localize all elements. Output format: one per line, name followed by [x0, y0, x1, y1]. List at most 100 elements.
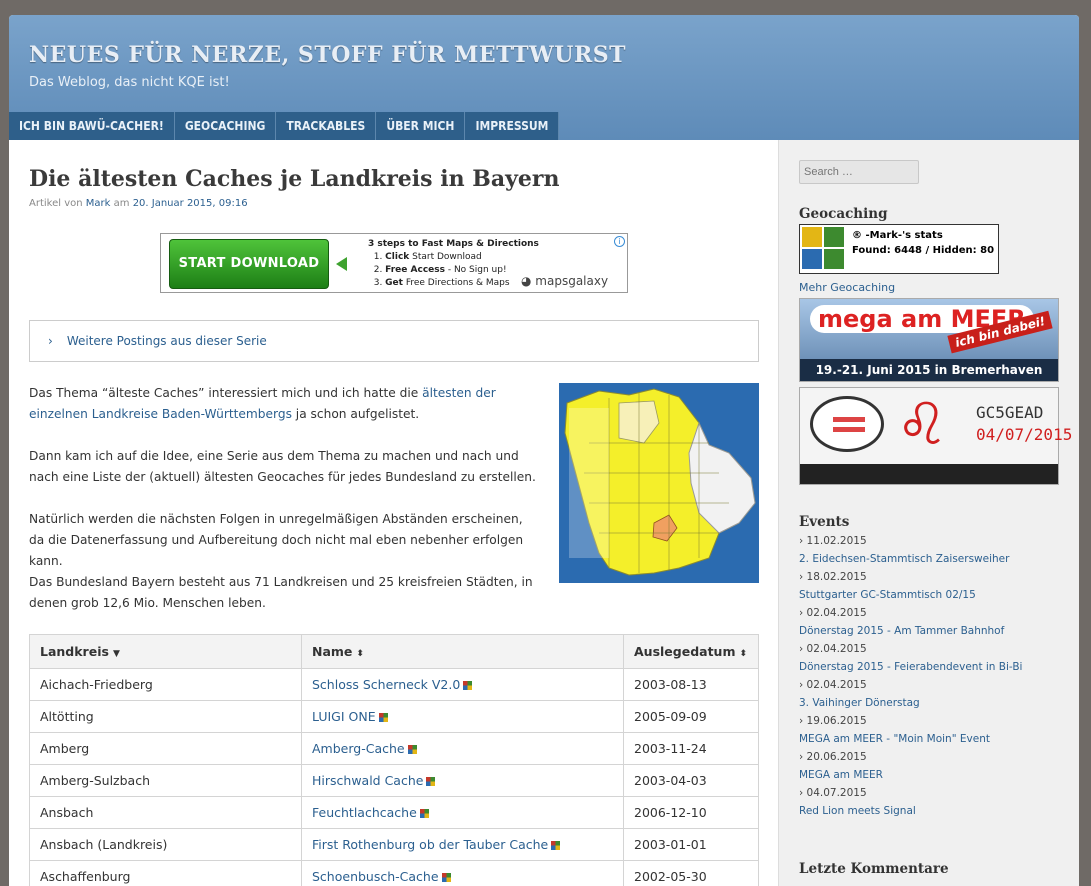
cell-date: 2003-04-03	[623, 764, 759, 797]
meta-mid: am	[113, 198, 130, 209]
ad-logo: ◕ mapsgalaxy	[521, 274, 609, 288]
cell-name: First Rothenburg ob der Tauber Cache	[301, 828, 624, 861]
cell-landkreis: Aichach-Friedberg	[29, 668, 302, 701]
cell-date: 2003-01-01	[623, 828, 759, 861]
search-input[interactable]	[799, 160, 919, 184]
event-link[interactable]: 2. Eidechsen-Stammtisch Zaisersweiher	[799, 550, 1022, 568]
header-date-label: Auslegedatum	[634, 644, 736, 659]
lion-icon: ♌	[896, 390, 948, 458]
cache-link[interactable]: First Rothenburg ob der Tauber Cache	[312, 837, 548, 852]
cell-landkreis: Ansbach	[29, 796, 302, 829]
nav-item-trackables[interactable]: TRACKABLES	[276, 112, 377, 140]
event-date: › 18.02.2015	[799, 571, 867, 583]
event-link[interactable]: MEGA am MEER	[799, 766, 1022, 784]
main-nav: ICH BIN BAWÜ-CACHER! GEOCACHING TRACKABL…	[9, 112, 560, 140]
site-title[interactable]: NEUES FÜR NERZE, STOFF FÜR METTWURST	[29, 42, 626, 68]
ad-step3-bold: Get	[385, 278, 403, 288]
site-header: NEUES FÜR NERZE, STOFF FÜR METTWURST Das…	[9, 15, 1079, 140]
event-link[interactable]: Dönerstag 2015 - Feierabendevent in Bi-B…	[799, 658, 1022, 676]
paragraph-1: Das Thema “älteste Caches” interessiert …	[29, 383, 539, 425]
cell-name: Feuchtlachcache	[301, 796, 624, 829]
cache-link[interactable]: Schoenbusch-Cache	[312, 869, 439, 884]
nav-item-geocaching[interactable]: GEOCACHING	[174, 112, 277, 140]
main-content: Die ältesten Caches je Landkreis in Baye…	[9, 140, 778, 886]
event-link[interactable]: Stuttgarter GC-Stammtisch 02/15	[799, 586, 1022, 604]
ad-heading: 3 steps to Fast Maps & Directions	[368, 239, 539, 249]
cell-landkreis: Amberg	[29, 732, 302, 765]
mega-am-meer-banner[interactable]: mega am MEER ich bin dabei! 19.-21. Juni…	[799, 298, 1059, 382]
ad-steps: 3 steps to Fast Maps & Directions 1. Cli…	[368, 239, 539, 288]
post-meta: Artikel von Mark am 20. Januar 2015, 09:…	[29, 198, 248, 209]
geocaching-logo-icon	[802, 227, 846, 271]
cache-link[interactable]: Feuchtlachcache	[312, 805, 417, 820]
nav-item-about[interactable]: ÜBER MICH	[376, 112, 466, 140]
banner2-date: 04/07/2015	[976, 425, 1073, 444]
banner2-text: GC5GEAD 04/07/2015	[976, 402, 1072, 446]
geocaching-stats-badge[interactable]: ® -Mark-'s stats Found: 6448 / Hidden: 8…	[799, 224, 999, 274]
ad-step1: Start Download	[409, 252, 482, 262]
column-header-date[interactable]: Auslegedatum ⬍	[623, 634, 759, 669]
advertisement[interactable]: START DOWNLOAD 3 steps to Fast Maps & Di…	[160, 233, 628, 293]
event-date: › 20.06.2015	[799, 751, 867, 763]
nav-item-imprint[interactable]: IMPRESSUM	[465, 112, 560, 140]
cache-link[interactable]: Amberg-Cache	[312, 741, 405, 756]
nav-item-bawue[interactable]: ICH BIN BAWÜ-CACHER!	[9, 112, 175, 140]
header-name-label: Name	[312, 644, 353, 659]
event-date: › 11.02.2015	[799, 535, 867, 547]
event-date: › 04.07.2015	[799, 787, 867, 799]
p1-text-a: Das Thema “älteste Caches” interessiert …	[29, 386, 423, 400]
ad-logo-text: mapsgalaxy	[535, 274, 609, 288]
cell-name: Schoenbusch-Cache	[301, 860, 624, 886]
post-date-link[interactable]: 20. Januar 2015, 09:16	[133, 198, 248, 209]
cell-date: 2002-05-30	[623, 860, 759, 886]
geocache-icon	[407, 745, 417, 754]
sort-both-icon: ⬍	[356, 649, 364, 659]
table-row: Altötting LUIGI ONE 2005-09-09	[29, 700, 759, 733]
table-header-row: Landkreis ▼ Name ⬍ Auslegedatum ⬍	[29, 634, 759, 669]
sort-both-icon: ⬍	[739, 649, 748, 659]
series-toggle[interactable]: › Weitere Postings aus dieser Serie	[29, 320, 759, 362]
stats-name: ® -Mark-'s stats	[852, 230, 943, 241]
cache-link[interactable]: Schloss Scherneck V2.0	[312, 677, 460, 692]
column-header-landkreis[interactable]: Landkreis ▼	[29, 634, 302, 669]
banner1-date: 19.-21. Juni 2015 in Bremerhaven	[800, 359, 1058, 381]
table-row: Aschaffenburg Schoenbusch-Cache 2002-05-…	[29, 860, 759, 886]
banner2-code: GC5GEAD	[976, 403, 1044, 422]
geocache-icon	[378, 713, 388, 722]
cache-link[interactable]: Hirschwald Cache	[312, 773, 423, 788]
geocache-icon	[419, 809, 429, 818]
events-list: › 11.02.2015 2. Eidechsen-Stammtisch Zai…	[799, 532, 1022, 820]
event-link[interactable]: Red Lion meets Signal	[799, 802, 1022, 820]
site-description: Das Weblog, das nicht KQE ist!	[29, 75, 230, 90]
cell-name: Amberg-Cache	[301, 732, 624, 765]
sort-down-icon: ▼	[112, 649, 120, 659]
events-widget-title: Events	[799, 514, 850, 530]
info-icon[interactable]: i	[614, 236, 625, 247]
skyline-graphic	[800, 464, 1058, 484]
table-row: Amberg Amberg-Cache 2003-11-24	[29, 732, 759, 765]
event-link[interactable]: Dönerstag 2015 - Am Tammer Bahnhof	[799, 622, 1022, 640]
ad-download-button[interactable]: START DOWNLOAD	[169, 239, 329, 289]
event-link[interactable]: MEGA am MEER - "Moin Moin" Event	[799, 730, 1022, 748]
red-lion-banner[interactable]: ♌ GC5GEAD 04/07/2015	[799, 387, 1072, 485]
cell-name: Schloss Scherneck V2.0	[301, 668, 624, 701]
cell-date: 2005-09-09	[623, 700, 759, 733]
column-header-name[interactable]: Name ⬍	[301, 634, 624, 669]
author-link[interactable]: Mark	[86, 198, 111, 209]
geocache-icon	[551, 841, 561, 850]
table-row: Amberg-Sulzbach Hirschwald Cache 2003-04…	[29, 764, 759, 797]
bavaria-map-image[interactable]	[559, 383, 759, 583]
sidebar: Geocaching ® -Mark-'s stats Found: 6448 …	[778, 140, 1079, 886]
paragraph-3: Natürlich werden die nächsten Folgen in …	[29, 512, 524, 568]
table-row: Aichach-Friedberg Schloss Scherneck V2.0…	[29, 668, 759, 701]
event-link[interactable]: 3. Vaihinger Dönerstag	[799, 694, 1022, 712]
paragraph-2: Dann kam ich auf die Idee, eine Serie au…	[29, 449, 536, 484]
ad-step1-bold: Click	[385, 252, 410, 262]
table-row: Ansbach Feuchtlachcache 2006-12-10	[29, 796, 759, 829]
stats-found: Found: 6448 / Hidden: 80	[852, 245, 995, 256]
page: NEUES FÜR NERZE, STOFF FÜR METTWURST Das…	[9, 15, 1079, 886]
cell-landkreis: Ansbach (Landkreis)	[29, 828, 302, 861]
cell-landkreis: Altötting	[29, 700, 302, 733]
more-geocaching-link[interactable]: Mehr Geocaching	[799, 281, 895, 294]
cache-link[interactable]: LUIGI ONE	[312, 709, 376, 724]
